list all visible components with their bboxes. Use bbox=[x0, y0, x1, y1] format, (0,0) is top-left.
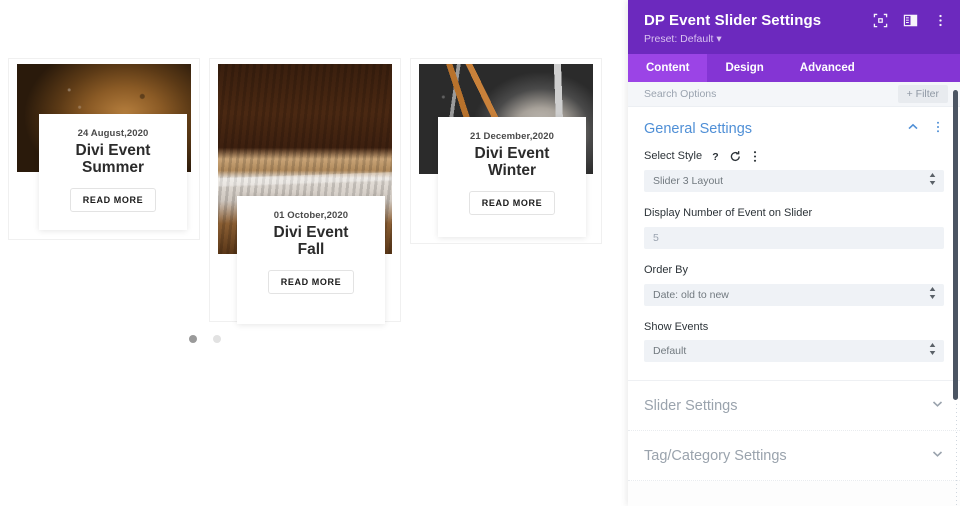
order-by-dropdown[interactable] bbox=[644, 283, 944, 306]
event-title: Divi Event Winter bbox=[448, 145, 576, 180]
field-label: Show Events bbox=[644, 320, 709, 333]
show-events-dropdown[interactable] bbox=[644, 340, 944, 363]
display-number-control bbox=[644, 226, 944, 249]
panel-tabs: Content Design Advanced bbox=[628, 54, 960, 82]
chevron-down-icon[interactable] bbox=[931, 397, 944, 415]
read-more-button[interactable]: READ MORE bbox=[69, 187, 157, 212]
panel-body: General Settings Select Style ? Slider 3… bbox=[628, 107, 960, 482]
event-title-line-1: Divi Event bbox=[75, 142, 151, 159]
event-title-line-2: Winter bbox=[487, 162, 537, 180]
section-general-settings: General Settings Select Style ? Slider 3… bbox=[628, 107, 960, 376]
panel-scrollbar-thumb[interactable] bbox=[953, 90, 958, 400]
field-order-by: Order By bbox=[644, 263, 944, 320]
search-options-row: + Filter bbox=[628, 82, 960, 107]
select-style-control bbox=[644, 169, 944, 192]
panel-preset-selector[interactable]: Preset: Default ▾ bbox=[644, 33, 944, 45]
section-title: Tag/Category Settings bbox=[644, 448, 787, 465]
section-tag-category-settings[interactable]: Tag/Category Settings bbox=[628, 431, 960, 482]
slider-track: 24 August,2020 Divi Event Summer READ MO… bbox=[0, 0, 628, 343]
help-icon[interactable]: ? bbox=[709, 150, 722, 163]
panel-preset-label: Preset: Default bbox=[644, 33, 714, 45]
panel-scrollbar-track bbox=[956, 404, 957, 506]
field-show-events: Show Events bbox=[644, 320, 944, 377]
read-more-button[interactable]: READ MORE bbox=[267, 269, 355, 294]
event-title-line-2: Summer bbox=[81, 159, 145, 177]
tab-design[interactable]: Design bbox=[707, 54, 781, 82]
event-title-line-2: Fall bbox=[297, 241, 325, 259]
field-label: Select Style bbox=[644, 150, 703, 162]
event-slide[interactable]: 01 October,2020 Divi Event Fall READ MOR… bbox=[209, 58, 401, 324]
event-date: 24 August,2020 bbox=[77, 128, 149, 139]
event-card: 21 December,2020 Divi Event Winter READ … bbox=[438, 117, 586, 237]
tab-advanced[interactable]: Advanced bbox=[782, 54, 873, 82]
panel-layout-icon[interactable] bbox=[903, 13, 918, 28]
read-more-button[interactable]: READ MORE bbox=[468, 190, 556, 215]
field-select-style: Select Style ? bbox=[644, 149, 944, 206]
event-date: 21 December,2020 bbox=[470, 131, 554, 142]
module-settings-panel: DP Event Slider Settings Preset: Default… bbox=[628, 0, 960, 506]
more-options-icon[interactable] bbox=[932, 120, 944, 138]
event-title: Divi Event Summer bbox=[49, 142, 177, 177]
event-card: 24 August,2020 Divi Event Summer READ MO… bbox=[39, 114, 187, 230]
pagination-dot[interactable] bbox=[213, 335, 222, 343]
field-label: Display Number of Event on Slider bbox=[644, 206, 813, 219]
filter-button[interactable]: + Filter bbox=[897, 85, 948, 103]
event-slide[interactable]: 21 December,2020 Divi Event Winter READ … bbox=[410, 58, 602, 244]
field-label: Order By bbox=[644, 263, 689, 276]
select-style-dropdown[interactable] bbox=[644, 169, 944, 192]
event-card: 01 October,2020 Divi Event Fall READ MOR… bbox=[237, 196, 385, 324]
search-input[interactable] bbox=[644, 88, 844, 100]
chevron-up-icon[interactable] bbox=[907, 120, 919, 138]
event-date: 01 October,2020 bbox=[273, 210, 349, 221]
display-number-input[interactable] bbox=[644, 226, 944, 249]
tab-content[interactable]: Content bbox=[628, 54, 708, 82]
section-header[interactable]: General Settings bbox=[644, 107, 944, 149]
section-title: General Settings bbox=[644, 121, 753, 137]
event-title: Divi Event Fall bbox=[247, 224, 375, 259]
event-title-line-1: Divi Event bbox=[474, 145, 550, 162]
chevron-down-icon[interactable] bbox=[931, 447, 944, 465]
svg-text:?: ? bbox=[712, 151, 718, 163]
event-slider-preview: 24 August,2020 Divi Event Summer READ MO… bbox=[0, 0, 628, 506]
field-label-row: Show Events bbox=[644, 320, 944, 335]
field-label-row: Order By bbox=[644, 263, 944, 278]
screenshot-root: 24 August,2020 Divi Event Summer READ MO… bbox=[0, 0, 960, 506]
event-slide[interactable]: 24 August,2020 Divi Event Summer READ MO… bbox=[8, 58, 200, 240]
panel-header-actions bbox=[873, 13, 948, 28]
more-options-icon[interactable] bbox=[933, 13, 948, 28]
order-by-control bbox=[644, 283, 944, 306]
panel-header: DP Event Slider Settings Preset: Default… bbox=[628, 0, 960, 54]
field-display-number: Display Number of Event on Slider bbox=[644, 206, 944, 263]
event-title-line-1: Divi Event bbox=[273, 224, 349, 241]
focus-mode-icon[interactable] bbox=[873, 13, 888, 28]
field-label-row: Select Style ? bbox=[644, 149, 944, 164]
pagination-dot-active[interactable] bbox=[188, 335, 197, 343]
section-header-actions bbox=[907, 120, 944, 138]
field-label-row: Display Number of Event on Slider bbox=[644, 206, 944, 221]
slider-pagination bbox=[0, 330, 410, 348]
show-events-control bbox=[644, 340, 944, 363]
more-options-icon[interactable] bbox=[749, 150, 761, 163]
chevron-down-icon: ▾ bbox=[716, 33, 722, 45]
section-slider-settings[interactable]: Slider Settings bbox=[628, 381, 960, 432]
reset-icon[interactable] bbox=[729, 150, 742, 163]
section-title: Slider Settings bbox=[644, 398, 738, 415]
